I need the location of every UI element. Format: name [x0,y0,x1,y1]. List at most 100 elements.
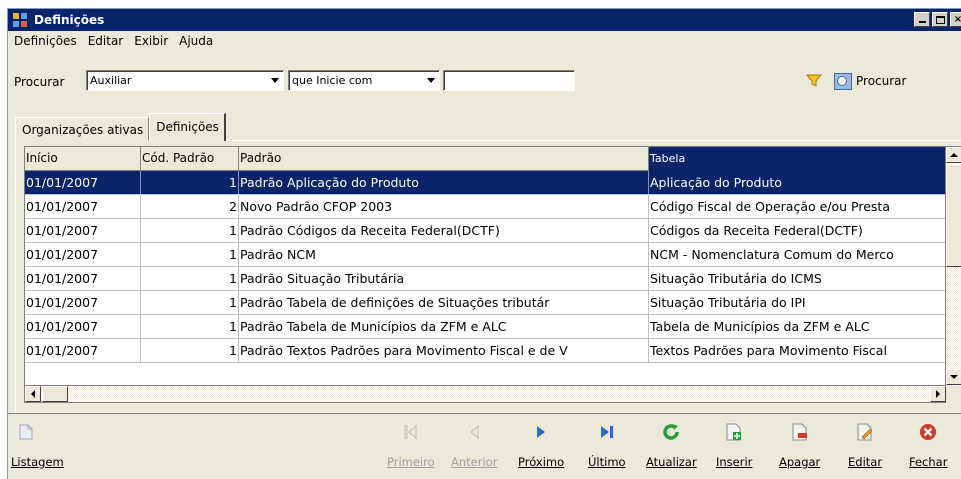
column-header-cod-padrao[interactable]: Cód. Padrão [141,147,239,171]
horizontal-scrollbar[interactable] [24,386,946,403]
refresh-icon [662,423,680,441]
arrow-up-icon [950,153,958,157]
delete-document-icon [791,423,809,441]
inserir-button[interactable]: Inserir [716,423,752,469]
column-header-tabela[interactable]: Tabela [649,147,945,171]
cell-inicio: 01/01/2007 [25,267,141,291]
edit-document-icon [856,423,874,441]
table-row[interactable]: 01/01/2007 1 Padrão Códigos da Receita F… [25,219,945,243]
tab-definicoes[interactable]: Definições [149,113,226,141]
editar-label: Editar [848,455,883,469]
scroll-thumb[interactable] [946,164,961,267]
search-label: Procurar [14,75,65,89]
grid-header: Início Cód. Padrão Padrão Tabela [25,147,945,171]
anterior-label: Anterior [451,455,498,469]
app-icon [13,13,28,27]
document-icon [17,423,35,441]
arrow-down-icon [950,375,958,379]
menu-bar: Definições Editar Exibir Ajuda [8,31,961,51]
cell-padrao: Padrão Aplicação do Produto [239,171,649,195]
atualizar-button[interactable]: Atualizar [646,423,697,469]
cell-tabela: Textos Padrões para Movimento Fiscal [649,339,945,363]
fechar-button[interactable]: Fechar [909,423,947,469]
column-header-padrao[interactable]: Padrão [239,147,649,171]
cell-cod-padrao: 1 [141,291,239,315]
table-row[interactable]: 01/01/2007 1 Padrão Textos Padrões para … [25,339,945,363]
primeiro-label: Primeiro [387,455,435,469]
cell-padrao: Novo Padrão CFOP 2003 [239,195,649,219]
atualizar-label: Atualizar [646,455,697,469]
search-field-value: Auxiliar [90,74,132,87]
vertical-scrollbar[interactable] [946,146,961,386]
window-title: Definições [34,13,105,27]
table-row[interactable]: 01/01/2007 2 Novo Padrão CFOP 2003 Códig… [25,195,945,219]
search-mode-value: que Inicie com [292,74,373,87]
apagar-button[interactable]: Apagar [779,423,820,469]
table-row[interactable]: 01/01/2007 1 Padrão Tabela de Municípios… [25,315,945,339]
listagem-label: Listagem [11,455,64,469]
search-field-select[interactable]: Auxiliar [86,70,284,91]
cell-padrao: Padrão Situação Tributária [239,267,649,291]
cell-cod-padrao: 1 [141,315,239,339]
cell-cod-padrao: 2 [141,195,239,219]
table-row[interactable]: 01/01/2007 1 Padrão Tabela de definições… [25,291,945,315]
filter-icon[interactable] [805,72,823,88]
cell-inicio: 01/01/2007 [25,219,141,243]
cell-inicio: 01/01/2007 [25,243,141,267]
menu-ajuda[interactable]: Ajuda [179,34,213,48]
scroll-right-button[interactable] [930,386,946,402]
cell-padrao: Padrão NCM [239,243,649,267]
maximize-icon [935,15,945,24]
search-input[interactable] [443,70,575,91]
cell-cod-padrao: 1 [141,267,239,291]
table-row[interactable]: 01/01/2007 1 Padrão Aplicação do Produto… [25,171,945,195]
menu-editar[interactable]: Editar [88,34,124,48]
cell-tabela: Situação Tributária do ICMS [649,267,945,291]
chevron-down-icon [271,78,279,83]
minimize-button[interactable] [914,12,930,27]
cell-padrao: Padrão Tabela de definições de Situações… [239,291,649,315]
search-mode-select[interactable]: que Inicie com [288,70,440,91]
table-row[interactable]: 01/01/2007 1 Padrão Situação Tributária … [25,267,945,291]
search-icon [834,72,852,90]
chevron-down-icon [427,78,435,83]
menu-definicoes[interactable]: Definições [14,34,77,48]
tab-label: Definições [156,120,219,134]
cell-padrao: Padrão Códigos da Receita Federal(DCTF) [239,219,649,243]
editar-button[interactable]: Editar [848,423,882,469]
table-row[interactable]: 01/01/2007 1 Padrão NCM NCM - Nomenclatu… [25,243,945,267]
title-bar[interactable]: Definições × [8,9,961,31]
toolbar-divider [8,413,961,414]
first-record-icon [402,423,420,441]
scroll-down-button[interactable] [946,369,961,385]
scroll-up-button[interactable] [946,147,961,163]
ultimo-button[interactable]: Último [588,423,626,469]
close-icon: × [954,14,961,25]
definitions-grid[interactable]: Início Cód. Padrão Padrão Tabela 01/01/2… [24,146,946,386]
cell-cod-padrao: 1 [141,171,239,195]
cell-inicio: 01/01/2007 [25,339,141,363]
cell-inicio: 01/01/2007 [25,195,141,219]
scroll-thumb[interactable] [42,386,68,402]
search-button[interactable]: Procurar [834,70,906,92]
insert-document-icon [725,423,743,441]
cell-padrao: Padrão Textos Padrões para Movimento Fis… [239,339,649,363]
next-record-icon [532,423,550,441]
listagem-button[interactable]: Listagem [11,423,64,469]
maximize-button[interactable] [932,12,948,27]
cell-tabela: Tabela de Municípios da ZFM e ALC [649,315,945,339]
tab-organizacoes-ativas[interactable]: Organizações ativas [15,117,150,141]
primeiro-button[interactable]: Primeiro [387,423,435,469]
last-record-icon [598,423,616,441]
cell-tabela: Aplicação do Produto [649,171,945,195]
column-header-inicio[interactable]: Início [25,147,141,171]
proximo-button[interactable]: Próximo [518,423,564,469]
search-bar: Procurar Auxiliar que Inicie com Procura… [8,69,961,97]
scroll-left-button[interactable] [25,386,41,402]
close-button[interactable]: × [950,12,961,27]
anterior-button[interactable]: Anterior [451,423,497,469]
ultimo-label: Último [588,455,626,469]
minimize-icon [918,21,926,23]
menu-exibir[interactable]: Exibir [134,34,168,48]
cell-padrao: Padrão Tabela de Municípios da ZFM e ALC [239,315,649,339]
